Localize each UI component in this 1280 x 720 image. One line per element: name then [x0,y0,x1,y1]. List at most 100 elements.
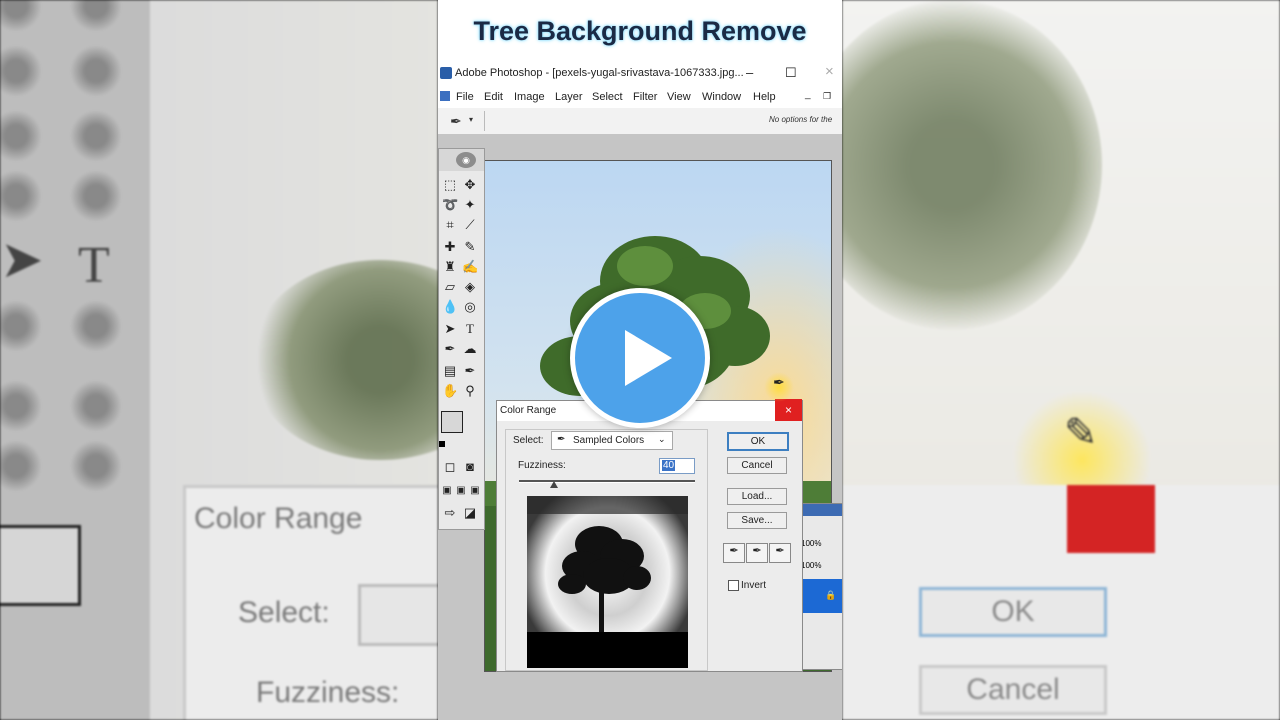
notes-icon[interactable]: ▤ [442,363,458,379]
preview-mask-image [527,496,688,668]
brush-icon[interactable]: ✎ [462,239,478,255]
menu-select[interactable]: Select [592,91,623,103]
fuzziness-input[interactable]: 40 [659,458,695,474]
standard-mode-icon[interactable]: ◻ [442,459,458,475]
maximize-button[interactable]: ☐ [785,65,797,81]
add-to-sample-eyedropper-icon[interactable]: ✒ [746,543,768,563]
backdrop-arrow-icon: ➤ [0,231,44,289]
healing-icon[interactable]: ✚ [442,239,458,255]
jump-to-imageready-icon[interactable]: ⇨ [442,505,458,521]
screen-mode-3-icon[interactable]: ▣ [467,483,483,499]
tool-preset-arrow-icon[interactable]: ▾ [469,115,473,124]
video-title: Tree Background Remove [473,16,807,46]
default-colors-icon[interactable] [439,441,445,447]
eyedropper-group: ✒ ✒ ✒ [723,543,791,563]
opacity-value[interactable]: 100% [801,539,821,548]
menu-image[interactable]: Image [514,91,545,103]
crop-icon[interactable]: ⌗ [442,217,458,233]
bucket-icon[interactable]: ◈ [462,279,478,295]
fill-value[interactable]: 100% [801,561,821,570]
backdrop-tool-icon [70,110,122,162]
left-blurred-backdrop: ➤ T Color Range Select: Fuzziness: [0,0,438,720]
imageready-icon[interactable]: ◪ [462,505,478,521]
backdrop-tool-icon [70,300,122,352]
type-icon[interactable]: T [462,321,478,337]
backdrop-tree [250,260,438,460]
color-range-dialog: Color Range × Select: ✒ Sampled Colors ⌄… [496,399,803,672]
document-icon [440,91,450,101]
play-button[interactable] [570,288,710,428]
backdrop-tool-icon [0,440,42,492]
eyedropper-icon[interactable]: ✒ [462,363,478,379]
invert-checkbox[interactable] [728,580,739,591]
menu-layer[interactable]: Layer [555,91,583,103]
fuzziness-value: 40 [662,460,676,471]
hand-icon[interactable]: ✋ [442,383,458,399]
menu-edit[interactable]: Edit [484,91,503,103]
pen-icon[interactable]: ✒ [442,341,458,357]
menu-window[interactable]: Window [702,91,741,103]
stamp-icon[interactable]: ♜ [442,259,458,275]
menu-file[interactable]: File [456,91,474,103]
quick-mask-icon[interactable]: ◙ [462,459,478,475]
backdrop-cancel-button: Cancel [919,665,1107,715]
slice-icon[interactable]: ⟋ [462,217,478,233]
dialog-title: Color Range [500,405,557,416]
eyedropper-tool-icon[interactable]: ✒ [450,113,462,130]
fuzziness-slider-track[interactable] [519,480,695,483]
backdrop-tool-icon [0,300,42,352]
toolbox-header: ◉ [439,149,484,171]
backdrop-tool-icon [70,170,122,222]
load-button[interactable]: Load... [727,488,787,505]
backdrop-tool-icon [70,0,122,32]
lasso-icon[interactable]: ➰ [442,197,458,213]
history-brush-icon[interactable]: ✍ [462,259,478,275]
cancel-button[interactable]: Cancel [727,457,787,474]
select-dropdown[interactable]: ✒ Sampled Colors ⌄ [551,431,673,450]
toolbox-logo-icon: ◉ [456,152,476,168]
layer-lock-icon: 🔒 [825,590,837,600]
layers-palette-titlebar [801,504,842,516]
backdrop-toolbox [0,0,150,720]
layers-palette-fragment: 100% 100% 🔒 [800,503,842,670]
right-blurred-backdrop: ✎ OK Cancel [842,0,1280,720]
selected-layer-row[interactable]: 🔒 [801,579,842,613]
move-icon[interactable]: ✥ [462,177,478,193]
eyedropper-cursor-icon: ✒ [773,374,785,390]
doc-minimize-icon[interactable]: _ [805,89,811,100]
selection-arrow-icon[interactable]: ➤ [442,321,458,337]
subtract-from-sample-eyedropper-icon[interactable]: ✒ [769,543,791,563]
backdrop-tool-icon [0,170,42,222]
zoom-icon[interactable]: ⚲ [462,383,478,399]
toolbox: ◉ ⬚ ✥ ➰ ✦ ⌗ ⟋ ✚ ✎ ♜ ✍ ▱ ◈ 💧 ◎ ➤ T ✒ ☁ ▤ … [438,148,485,530]
minimize-button[interactable]: – [746,65,753,80]
options-hint: No options for the [769,115,833,124]
backdrop-color-range-dialog: Color Range Select: Fuzziness: [183,485,438,720]
backdrop-select-box [358,584,438,646]
menu-help[interactable]: Help [753,91,776,103]
blur-icon[interactable]: 💧 [442,299,458,315]
dialog-close-button[interactable]: × [775,399,802,421]
menu-bar: File Edit Image Layer Select Filter View… [438,86,842,109]
ok-button[interactable]: OK [727,432,789,451]
fuzziness-slider-thumb[interactable] [550,481,558,488]
magic-wand-icon[interactable]: ✦ [462,197,478,213]
save-button[interactable]: Save... [727,512,787,529]
backdrop-ok-button: OK [919,587,1107,637]
foreground-color-swatch[interactable] [441,411,463,433]
eyedropper-icon[interactable]: ✒ [723,543,745,563]
close-button[interactable]: × [825,63,834,80]
backdrop-tool-icon [0,380,42,432]
backdrop-fuzziness-label: Fuzziness: [256,676,400,709]
video-frame: Tree Background Remove Adobe Photoshop -… [438,0,842,720]
shape-icon[interactable]: ☁ [462,341,478,357]
marquee-icon[interactable]: ⬚ [442,177,458,193]
fuzziness-label: Fuzziness: [518,460,566,471]
menu-filter[interactable]: Filter [633,91,657,103]
play-icon [625,330,672,386]
doc-restore-icon[interactable]: ❐ [823,91,831,102]
dodge-icon[interactable]: ◎ [462,299,478,315]
eraser-icon[interactable]: ▱ [442,279,458,295]
backdrop-tool-icon [70,380,122,432]
menu-view[interactable]: View [667,91,691,103]
